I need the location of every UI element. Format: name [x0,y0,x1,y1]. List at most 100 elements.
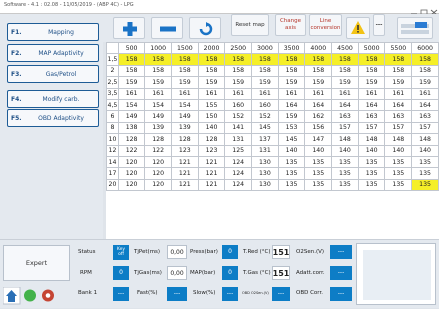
map-cell[interactable]: 159 [277,110,306,123]
map-cell[interactable]: 153 [277,121,306,135]
map-cell[interactable]: 139 [144,121,172,135]
close-icon[interactable] [429,2,439,16]
map-cell[interactable]: 124 [224,167,253,180]
map-cell[interactable]: 135 [384,167,413,180]
map-cell[interactable]: 123 [197,144,226,157]
map-cell[interactable]: 135 [411,167,439,180]
map-cell[interactable]: 159 [304,76,333,89]
map-cell[interactable]: 158 [224,53,253,66]
map-cell[interactable]: 158 [304,53,333,66]
map-cell[interactable]: 161 [357,87,386,100]
map-cell[interactable]: 158 [197,53,226,66]
map-cell[interactable]: 122 [144,144,172,157]
map-cell[interactable]: 131 [251,144,279,157]
map-cell[interactable]: 159 [357,76,386,89]
map-cell[interactable]: 149 [144,110,172,123]
map-cell[interactable]: 158 [384,64,413,78]
map-cell[interactable]: 164 [277,98,306,112]
map-cell[interactable]: 140 [357,144,386,157]
map-cell[interactable]: 135 [277,167,306,180]
map-cell[interactable]: 159 [144,76,172,89]
map-cell[interactable]: 139 [170,121,199,135]
sidebar-item-obd-adaptivity[interactable]: F5. OBD Adaptivity [7,109,99,127]
map-cell[interactable]: 121 [170,167,199,180]
map-cell[interactable]: 121 [170,155,199,169]
map-cell[interactable]: 158 [170,64,199,78]
map-cell[interactable]: 135 [411,155,439,169]
map-cell[interactable]: 164 [357,98,386,112]
map-cell[interactable]: 158 [170,53,199,66]
sidebar-item-map-adaptivity[interactable]: F2. MAP Adaptivity [7,44,99,62]
map-cell[interactable]: 161 [277,87,306,100]
map-cell[interactable]: 154 [170,98,199,112]
sidebar-item-mapping[interactable]: F1. Mapping [7,23,99,41]
map-cell[interactable]: 152 [224,110,253,123]
warning-button[interactable] [346,17,370,39]
map-cell[interactable]: 155 [197,98,226,112]
map-cell[interactable]: 158 [197,64,226,78]
map-cell[interactable]: 130 [251,155,279,169]
map-cell[interactable]: 135 [357,178,386,192]
map-cell[interactable]: 158 [224,64,253,78]
map-cell[interactable]: 121 [197,155,226,169]
map-cell[interactable]: 158 [144,64,172,78]
sidebar-item-gas-petrol[interactable]: F3. Gas/Petrol [7,65,99,83]
map-cell[interactable]: 120 [117,155,146,169]
map-cell[interactable]: 154 [117,98,146,112]
map-cell[interactable]: 158 [411,64,439,78]
map-cell[interactable]: 158 [117,53,146,66]
map-cell[interactable]: 157 [411,121,439,135]
settings-icon[interactable] [42,289,54,302]
map-cell[interactable]: 145 [251,121,279,135]
map-cell[interactable]: 161 [144,87,172,100]
map-cell[interactable]: 135 [411,178,439,192]
reset-map-button[interactable]: Reset map [231,14,269,36]
undo-button[interactable] [189,17,221,39]
map-cell[interactable]: 161 [384,87,413,100]
map-cell[interactable]: 123 [170,144,199,157]
map-cell[interactable]: 158 [251,64,279,78]
map-cell[interactable]: 154 [144,98,172,112]
map-cell[interactable]: 159 [251,76,279,89]
map-cell[interactable]: 141 [224,121,253,135]
map-cell[interactable]: 135 [331,155,359,169]
map-cell[interactable]: 124 [224,178,253,192]
mode-display[interactable]: --- [373,14,385,36]
map-cell[interactable]: 161 [170,87,199,100]
map-cell[interactable]: 159 [411,76,439,89]
map-cell[interactable]: 148 [384,133,413,146]
map-cell[interactable]: 158 [144,53,172,66]
map-cell[interactable]: 161 [304,87,333,100]
map-cell[interactable]: 164 [304,98,333,112]
map-cell[interactable]: 122 [117,144,146,157]
map-cell[interactable]: 135 [277,155,306,169]
map-cell[interactable]: 135 [384,155,413,169]
map-cell[interactable]: 145 [277,133,306,146]
increase-button[interactable] [113,17,145,39]
map-cell[interactable]: 149 [170,110,199,123]
map-cell[interactable]: 149 [117,110,146,123]
map-cell[interactable]: 135 [384,178,413,192]
map-cell[interactable]: 159 [224,76,253,89]
map-cell[interactable]: 135 [304,167,333,180]
minimize-icon[interactable] [409,2,419,15]
map-cell[interactable]: 159 [197,76,226,89]
map-cell[interactable]: 135 [331,178,359,192]
map-cell[interactable]: 163 [411,110,439,123]
map-cell[interactable]: 148 [357,133,386,146]
map-cell[interactable]: 159 [117,76,146,89]
map-cell[interactable]: 161 [251,87,279,100]
map-cell[interactable]: 140 [331,144,359,157]
map-cell[interactable]: 135 [304,178,333,192]
map-cell[interactable]: 161 [411,87,439,100]
map-cell[interactable]: 135 [277,178,306,192]
map-cell[interactable]: 140 [304,144,333,157]
map-cell[interactable]: 131 [224,133,253,146]
map-cell[interactable]: 140 [411,144,439,157]
map-cell[interactable]: 130 [251,178,279,192]
map-cell[interactable]: 158 [277,64,306,78]
line-conversion-button[interactable]: Line conversion [309,14,342,36]
sidebar-item-modify-carb[interactable]: F4. Modify carb. [7,90,99,108]
map-cell[interactable]: 147 [304,133,333,146]
map-cell[interactable]: 120 [144,178,172,192]
